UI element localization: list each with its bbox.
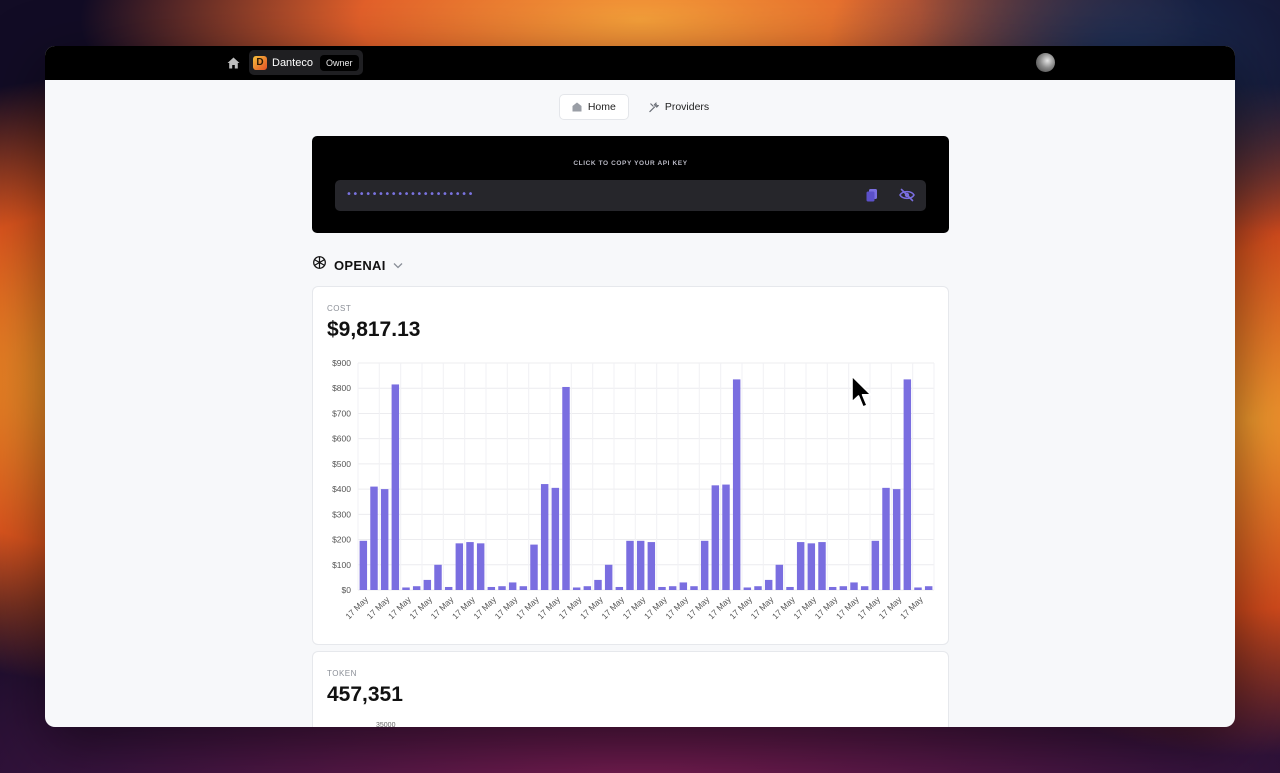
bar [807,543,816,590]
bar [892,489,901,590]
bar [818,542,826,590]
bar [914,587,922,590]
bar [615,586,624,590]
bar [828,586,837,590]
eye-off-icon[interactable] [899,188,915,202]
y-tick-label: $600 [332,434,351,444]
bar [412,586,421,590]
bar [487,586,496,590]
tab-providers[interactable]: Providers [637,94,721,120]
bar [764,579,773,590]
copy-icon[interactable] [865,188,879,202]
bar [924,586,933,590]
home-icon[interactable] [225,55,241,71]
tab-providers-label: Providers [664,101,710,113]
bar [359,540,368,590]
x-tick-label: 17 May [898,594,925,621]
bar [583,586,592,590]
user-avatar[interactable] [1036,53,1055,72]
bar [860,586,869,590]
api-key-masked-value: •••••••••••••••••••• [346,189,474,200]
bar [626,540,634,590]
bar [519,586,528,590]
chevron-down-icon [393,256,403,274]
provider-name: OPENAI [334,257,386,273]
role-badge: Owner [319,54,359,71]
bar [498,586,506,590]
provider-selector[interactable]: OPENAI [312,256,403,274]
bar [882,487,890,590]
bar [647,542,656,590]
token-axis-tick: 35000 [376,722,396,727]
mouse-cursor-icon [851,375,872,408]
bar [679,582,688,590]
y-tick-label: $900 [332,358,351,368]
api-key-card: CLICK TO COPY YOUR API KEY •••••••••••••… [312,136,949,233]
bar [754,586,762,590]
bar [540,484,549,590]
openai-icon [312,255,327,275]
organization-name: Danteco [272,56,313,69]
y-tick-label: $500 [332,459,351,469]
cost-card: COST $9,817.13 $0 $100 $200 $300 $400 $500 $60… [312,286,949,645]
bar [850,582,858,590]
tools-icon [649,102,659,113]
bar [370,486,378,590]
bar [562,386,570,590]
bar [786,586,794,590]
bar [444,586,453,590]
token-label: TOKEN [327,669,357,678]
bar [722,484,730,590]
api-key-field[interactable]: •••••••••••••••••••• [335,180,926,211]
cost-label: COST [327,304,352,313]
bar [466,542,474,590]
organization-logo: D [253,55,267,70]
bar [711,485,720,590]
bar [530,544,538,590]
token-total: 457,351 [327,683,403,706]
bar [423,579,432,590]
bar [700,540,709,590]
bar [391,384,400,590]
bar [871,540,880,590]
cost-total: $9,817.13 [327,318,421,341]
bar [572,587,581,590]
top-navigation-bar: D Danteco Owner [45,46,1235,80]
bar [903,379,912,590]
y-tick-label: $700 [332,408,351,418]
bar [594,579,602,590]
y-tick-label: $300 [332,509,351,519]
bar [775,564,784,590]
bar [402,587,410,590]
bar [551,487,560,590]
y-tick-label: $200 [332,535,351,545]
api-key-label: CLICK TO COPY YOUR API KEY [573,160,688,167]
bar [455,543,464,590]
home-tab-icon [572,102,582,112]
bar [380,489,389,590]
bar [636,540,645,590]
token-card: TOKEN 457,351 35000 [312,651,949,727]
bar [434,564,442,590]
bar [732,379,741,590]
bar [508,582,517,590]
organization-switcher[interactable]: D Danteco Owner [249,50,363,75]
tab-home[interactable]: Home [558,94,629,120]
main-tabs: Home Providers [45,94,1235,120]
bar [743,587,752,590]
bar [476,543,485,590]
bar [839,586,848,590]
bar [690,586,698,590]
bar [658,586,666,590]
bar [604,564,613,590]
y-tick-label: $100 [332,560,351,570]
y-tick-label: $800 [332,383,351,393]
bar [668,586,677,590]
y-tick-label: $400 [332,484,351,494]
app-window: D Danteco Owner Home Providers CLICK TO … [45,46,1235,727]
bar [796,542,805,590]
y-tick-label: $0 [342,585,352,595]
tab-home-label: Home [587,101,616,113]
